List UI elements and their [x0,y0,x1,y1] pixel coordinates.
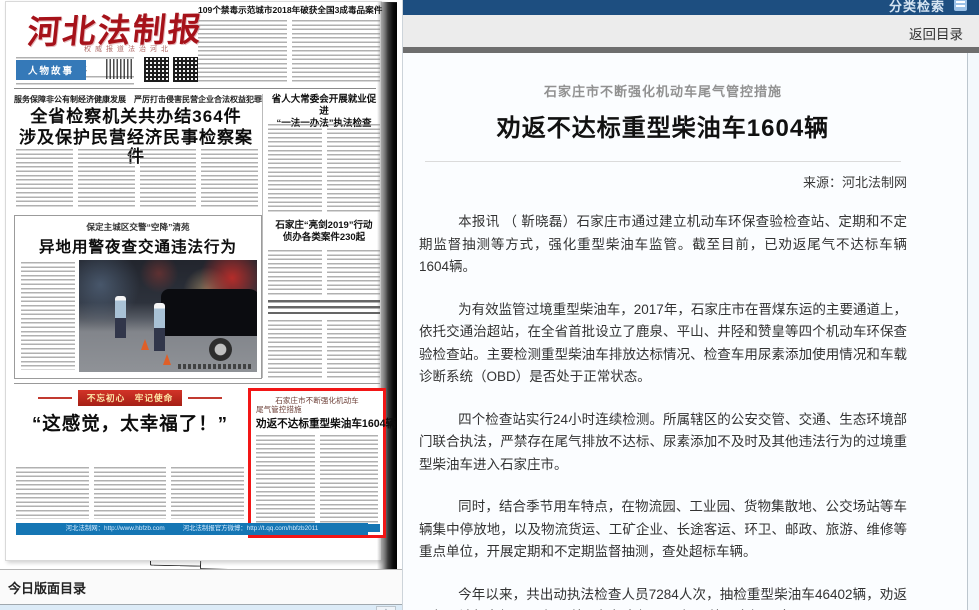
photo-story-headline: 异地用警夜查交通违法行为 [15,235,261,257]
title-divider [425,161,901,162]
text-column-placeholder [16,149,73,209]
suv-silhouette [161,289,257,336]
text-column-placeholder [268,124,322,214]
text-column-placeholder [327,124,381,214]
article-kicker: 石家庄市不断强化机动车尾气管控措施 [419,81,907,100]
qr-code-icon [173,57,198,82]
photo-caption-placeholder [178,364,253,369]
article-source: 来源：河北法制网 [419,172,907,191]
text-column-placeholder [268,320,322,378]
article-title: 劝返不达标重型柴油车1604辆 [419,108,907,143]
text-column-placeholder [256,435,315,527]
highlight-headline: 劝返不达标重型柴油车1604辆 [256,416,378,431]
theme-ribbon: 不忘初心 牢记使命 [78,390,182,406]
right-column-text-placeholder [268,124,380,214]
text-column-placeholder [140,149,197,209]
article-paragraph: 同时，结合季节用车特点，在物流园、工业园、货物集散地、公交场站等车辆集中停放地，… [419,496,907,564]
text-column-placeholder [268,250,322,296]
catalog-panel: 今日版面目录 ▲ [0,569,402,610]
qr-code-icon [144,57,169,82]
scrollbar-track[interactable] [967,53,979,610]
text-column-placeholder [327,250,381,296]
current-article-highlight-box[interactable]: 石家庄市不断强化机动车 尾气管控措施 劝返不达标重型柴油车1604辆 [248,388,386,538]
back-to-catalog-link[interactable]: 返回目录 [909,23,963,43]
article-paragraph: 为有效监管过境重型柴油车，2017年，石家庄市在晋煤东运的主要通道上，依托交通治… [419,299,907,389]
article-toolbar: 返回目录 [403,15,979,47]
ribbon-rule [188,397,222,399]
column-divider [262,94,263,378]
mid-headline-placeholder [268,300,380,314]
top-story-text-placeholder [198,20,380,84]
highlight-text-placeholder [256,435,378,527]
section-divider [14,88,376,89]
footer-weibo-url: 河北法制报官方微博：http://t.qq.com/hbfzb2011 [183,523,319,535]
info-line-placeholder [16,83,134,87]
sjz-headline-line1: 石家庄“亮剑2019”行动 [268,220,380,232]
text-column-placeholder [201,149,258,209]
app-window: 河北法制报 权威报道法治河北 2019年8月20日 星期二 109个禁毒示范城市… [0,0,979,610]
section-divider [14,383,380,384]
text-column-placeholder [292,20,381,84]
text-column-placeholder [198,20,287,84]
feature-headline: “这感觉，太幸福了！” [14,410,246,436]
bold-headline-placeholder [268,300,380,314]
lead-kicker: 服务保障非公有制经济健康发展 严厉打击侵害民营企业合法权益犯罪 [14,94,258,105]
lead-headline-line1: 全省检察机关共办结364件 [14,107,258,126]
newspaper-page-thumbnail[interactable]: 河北法制报 权威报道法治河北 2019年8月20日 星期二 109个禁毒示范城市… [5,1,382,561]
article-content: 石家庄市不断强化机动车尾气管控措施 劝返不达标重型柴油车1604辆 来源：河北法… [403,53,979,610]
sjz-headline-line2: 侦办各类案件230起 [268,232,380,244]
text-column-placeholder [320,435,379,527]
ribbon-rule [38,397,72,399]
feature-story: 不忘初心 牢记使命 “这感觉，太幸福了！” [14,390,246,436]
sjz-story: 石家庄“亮剑2019”行动 侦办各类案件230起 [268,220,380,244]
text-column-placeholder [21,262,75,370]
text-column-placeholder [94,467,167,519]
feature-text-placeholder [16,467,244,519]
newspaper-slogan: 权威报道法治河北 [84,44,172,54]
article-paragraph: 本报讯 （ 靳晓磊）石家庄市通过建立机动车环保查验检查站、定期和不定期监督抽测等… [419,211,907,279]
top-story-headline: 109个禁毒示范城市2018年破获全国3成毒品案件 [198,4,380,16]
newspaper-footer-bar: 河北法制网：http://www.hbfzb.com 河北法制报官方微博：htt… [16,523,368,535]
traffic-cone [163,354,171,365]
category-search-link[interactable]: 分类检索 [889,0,945,15]
right-column-text-placeholder [268,250,380,296]
barcode-image [106,59,132,79]
highlight-kicker-line2: 尾气管控措施 [256,405,378,414]
suv-wheel [209,338,232,361]
right-column-text-placeholder [268,320,380,378]
photo-story-kicker: 保定主城区交警“空降”清苑 [15,221,261,233]
article-paragraph: 今年以来，共出动执法检查人员7284人次，抽检重型柴油车46402辆，劝返尾气不… [419,584,907,610]
story-tag: 人物故事 [16,60,86,80]
article-pane: 分类检索 返回目录 石家庄市不断强化机动车尾气管控措施 劝返不达标重型柴油车16… [402,0,979,610]
footer-site-url: 河北法制网：http://www.hbfzb.com [66,523,165,535]
top-navbar: 分类检索 [403,0,979,15]
category-search-icon[interactable] [954,0,967,11]
scroll-up-button[interactable]: ▲ [376,606,396,610]
text-column-placeholder [16,467,89,519]
traffic-police-figure [154,303,165,351]
traffic-cone [141,339,149,350]
photo-story-module: 保定主城区交警“空降”清苑 异地用警夜查交通违法行为 [14,215,262,379]
article-paragraph: 四个检查站实行24小时连续检测。所属辖区的公安交管、交通、生态环境部门联合执法，… [419,409,907,477]
lead-text-placeholder [16,149,258,209]
catalog-list-area: ▲ [0,605,402,610]
photo-story-text-placeholder [21,262,75,370]
highlight-kicker-line1: 石家庄市不断强化机动车 [256,396,378,405]
newspaper-preview-pane: 河北法制报 权威报道法治河北 2019年8月20日 星期二 109个禁毒示范城市… [0,0,402,610]
text-column-placeholder [171,467,244,519]
catalog-panel-title: 今日版面目录 [0,570,402,597]
text-column-placeholder [78,149,135,209]
jobs-headline-line1: 省人大常委会开展就业促进 [268,94,380,118]
traffic-police-figure [115,296,126,338]
text-column-placeholder [327,320,381,378]
night-traffic-check-photo [79,260,257,372]
top-story: 109个禁毒示范城市2018年破获全国3成毒品案件 [198,4,380,16]
